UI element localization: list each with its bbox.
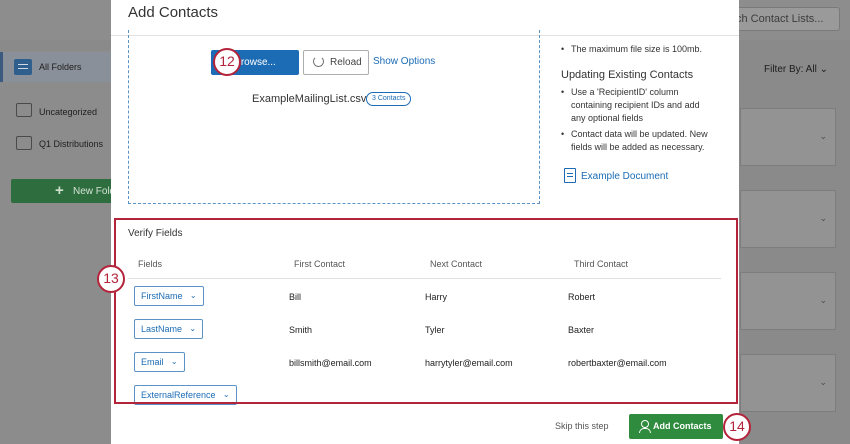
sidebar-item-q1-distributions[interactable]: Q1 Distributions	[39, 139, 103, 149]
new-folder-label: New Fold	[73, 186, 112, 197]
list-row[interactable]: ⌄	[740, 108, 836, 166]
reload-label: Reload	[330, 57, 362, 68]
skip-step-link[interactable]: Skip this step	[555, 421, 609, 431]
modal-title: Add Contacts	[128, 4, 219, 21]
updating-contacts-heading: Updating Existing Contacts	[561, 69, 694, 81]
reload-icon	[313, 56, 324, 67]
user-icon	[639, 420, 651, 433]
step-callout-14: 14	[723, 413, 751, 441]
new-folder-button[interactable]: + New Fold	[11, 179, 112, 203]
verify-fields-highlight	[114, 218, 738, 404]
chevron-down-icon: ⌄	[819, 64, 828, 75]
filter-by-dropdown[interactable]: Filter By: All ⌄	[764, 64, 828, 75]
chevron-down-icon: ⌄	[819, 213, 827, 223]
list-row[interactable]: ⌄	[740, 272, 836, 330]
show-options-link[interactable]: Show Options	[373, 56, 435, 67]
list-row[interactable]: ⌄	[740, 354, 836, 412]
sidebar-item-uncategorized[interactable]: Uncategorized	[39, 107, 97, 117]
add-contacts-button[interactable]: Add Contacts	[629, 414, 723, 439]
contacts-count-badge: 3 Contacts	[366, 92, 412, 106]
step-callout-13: 13	[97, 265, 125, 293]
reload-button[interactable]: Reload	[303, 50, 369, 75]
info-bullet-max-size: The maximum file size is 100mb.	[561, 43, 731, 56]
folder-icon	[16, 103, 32, 117]
folder-list-icon	[14, 59, 32, 75]
chevron-down-icon: ⌄	[819, 377, 827, 387]
sidebar-item-all-folders-label: All Folders	[39, 62, 82, 72]
chevron-down-icon: ⌄	[819, 131, 827, 141]
plus-icon: +	[55, 182, 64, 199]
add-contacts-label: Add Contacts	[653, 421, 712, 431]
chevron-down-icon: ⌄	[819, 295, 827, 305]
step-callout-12: 12	[213, 48, 241, 76]
info-bullet-contact-updated: Contact data will be updated. New fields…	[561, 128, 711, 154]
folder-icon	[16, 136, 32, 150]
document-icon	[564, 168, 576, 183]
info-bullet-recipient-id: Use a 'RecipientID' column containing re…	[561, 86, 711, 125]
search-contact-lists-input[interactable]: ch Contact Lists...	[725, 7, 840, 31]
uploaded-filename: ExampleMailingList.csv	[252, 93, 367, 105]
example-document-link[interactable]: Example Document	[581, 171, 668, 182]
list-row[interactable]: ⌄	[740, 190, 836, 248]
